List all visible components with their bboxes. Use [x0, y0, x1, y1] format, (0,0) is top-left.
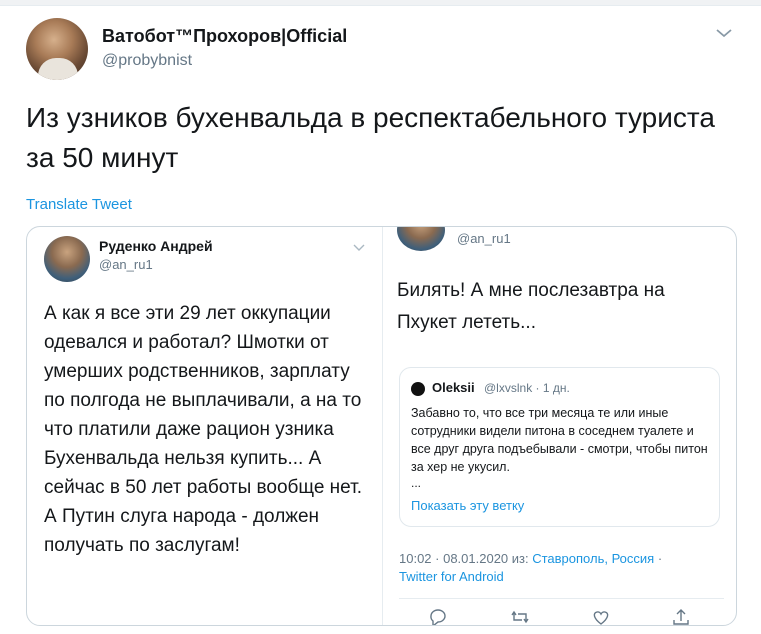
chevron-down-icon[interactable] [715, 26, 733, 40]
image-divider [382, 227, 383, 625]
quoted-text: Забавно то, что все три месяца те или ин… [411, 406, 708, 474]
author-avatar[interactable] [26, 18, 88, 80]
quoted-ellipsis: ... [411, 476, 422, 490]
retweet-icon [511, 610, 529, 624]
embedded-right-meta: 10:02 · 08.01.2020 из: Ставрополь, Росси… [399, 550, 719, 586]
embedded-left-text: А как я все эти 29 лет оккупации одевалс… [44, 303, 362, 556]
quoted-meta: @lxvslnk · 1 дн. [484, 381, 570, 395]
embedded-left-avatar [44, 236, 90, 282]
client-link: Twitter for Android [399, 569, 504, 584]
embedded-left-author-handle: @an_ru1 [99, 257, 153, 272]
top-border [0, 0, 761, 6]
translate-tweet-link[interactable]: Translate Tweet [26, 196, 132, 213]
chevron-down-icon [353, 244, 365, 251]
share-icon [673, 609, 689, 625]
quoted-author-name: Oleksii [432, 380, 475, 395]
quoted-avatar [411, 382, 425, 396]
reply-icon [430, 609, 446, 625]
timestamp: 10:02 · 08.01.2020 из: [399, 551, 529, 566]
embedded-right-avatar [397, 227, 445, 251]
like-icon [593, 611, 609, 625]
meta-separator: · [657, 551, 663, 566]
author-handle[interactable]: @probybnist [102, 52, 192, 70]
tweet-text: Из узников бухенвальда в респектабельног… [26, 102, 715, 173]
embedded-right-text: Билять! А мне послезавтра на Пхукет лете… [397, 280, 665, 333]
embedded-left-author-name: Руденко Андрей [99, 238, 213, 254]
location-link: Ставрополь, Россия [532, 551, 655, 566]
show-thread-link: Показать эту ветку [411, 498, 525, 513]
quoted-tweet: Oleksii @lxvslnk · 1 дн. Забавно то, что… [399, 367, 720, 527]
actions-divider [399, 598, 724, 599]
attached-image[interactable]: Руденко Андрей @an_ru1 А как я все эти 2… [26, 226, 737, 626]
embedded-right-author-handle: @an_ru1 [457, 231, 511, 246]
author-name[interactable]: Ватобот™Прохоров|Official [102, 26, 347, 47]
